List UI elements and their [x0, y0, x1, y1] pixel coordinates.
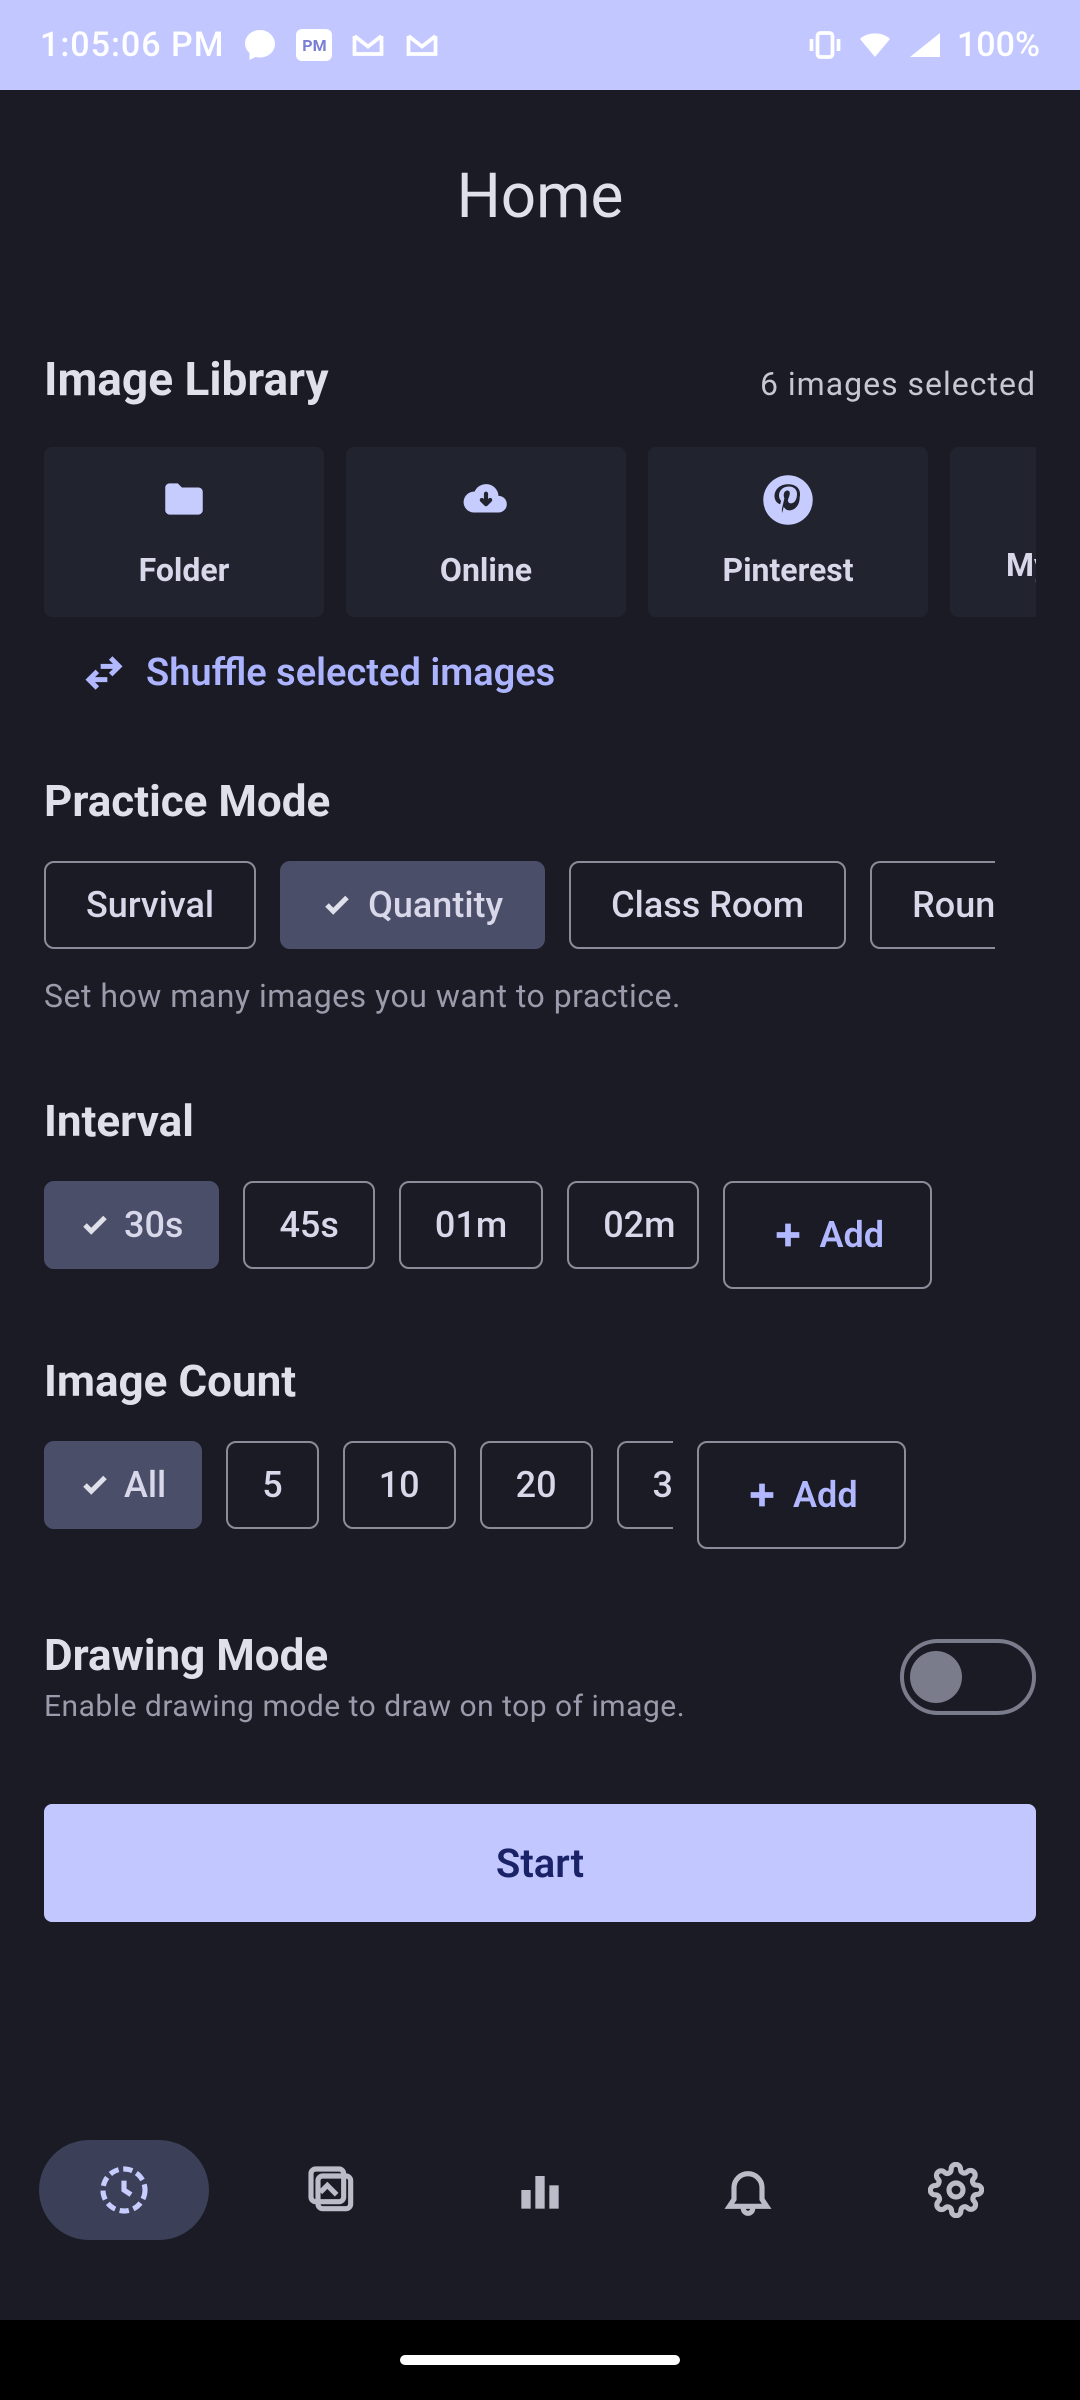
mode-rounds[interactable]: Roun: [870, 861, 995, 949]
image-count-options: All 5 10 20 3 Add: [44, 1441, 1036, 1549]
library-card-label: Online: [440, 551, 532, 589]
count-10[interactable]: 10: [343, 1441, 456, 1529]
count-add[interactable]: Add: [697, 1441, 906, 1549]
drawing-mode-row: Drawing Mode Enable drawing mode to draw…: [44, 1629, 1036, 1724]
system-nav-bar: [0, 2320, 1080, 2400]
interval-options: 30s 45s 01m 02m Add: [44, 1181, 1036, 1289]
start-button[interactable]: Start: [44, 1804, 1036, 1922]
pinterest-icon: [758, 475, 818, 525]
nav-pill[interactable]: [400, 2355, 680, 2365]
status-left: 1:05:06 PM PM: [40, 25, 440, 65]
drawing-mode-title: Drawing Mode: [44, 1629, 685, 1681]
library-title: Image Library: [44, 353, 329, 407]
signal-icon: [907, 27, 943, 63]
count-all[interactable]: All: [44, 1441, 202, 1529]
library-header: Image Library 6 images selected: [44, 353, 1036, 407]
nav-stats[interactable]: [455, 2140, 625, 2240]
mode-classroom[interactable]: Class Room: [569, 861, 846, 949]
library-card-label: My: [1006, 546, 1036, 584]
library-card-online[interactable]: Online: [346, 447, 626, 617]
practice-mode-description: Set how many images you want to practice…: [44, 977, 1036, 1015]
shuffle-button[interactable]: Shuffle selected images: [44, 651, 1036, 695]
library-card-label: Pinterest: [722, 551, 853, 589]
nav-notifications[interactable]: [663, 2140, 833, 2240]
shuffle-icon: [84, 653, 124, 693]
count-20[interactable]: 20: [480, 1441, 593, 1529]
main-content: Home Image Library 6 images selected Fol…: [0, 90, 1080, 2100]
toggle-knob: [910, 1651, 962, 1703]
practice-mode-options: Survival Quantity Class Room Roun: [44, 861, 1036, 949]
gmail-icon-2: [404, 27, 440, 63]
vibrate-icon: [807, 27, 843, 63]
drawing-mode-toggle[interactable]: [900, 1639, 1036, 1715]
image-count-title: Image Count: [44, 1355, 1036, 1407]
status-right: 100%: [807, 25, 1040, 65]
interval-title: Interval: [44, 1095, 1036, 1147]
nav-timer[interactable]: [39, 2140, 209, 2240]
chat-icon: [242, 27, 278, 63]
mode-quantity[interactable]: Quantity: [280, 861, 545, 949]
mode-survival[interactable]: Survival: [44, 861, 256, 949]
nav-gallery[interactable]: [247, 2140, 417, 2240]
library-card-label: Folder: [139, 551, 230, 589]
nav-settings[interactable]: [871, 2140, 1041, 2240]
library-card-my[interactable]: My: [950, 447, 1036, 617]
cloud-download-icon: [456, 475, 516, 525]
selected-count: 6 images selected: [760, 365, 1036, 403]
wifi-icon: [857, 27, 893, 63]
practice-mode-title: Practice Mode: [44, 775, 1036, 827]
interval-30s[interactable]: 30s: [44, 1181, 219, 1269]
interval-02m[interactable]: 02m: [567, 1181, 699, 1269]
bottom-nav: [0, 2100, 1080, 2320]
battery-text: 100%: [957, 25, 1040, 65]
library-card-pinterest[interactable]: Pinterest: [648, 447, 928, 617]
count-3[interactable]: 3: [617, 1441, 673, 1529]
folder-icon: [154, 475, 214, 525]
shuffle-label: Shuffle selected images: [146, 651, 555, 695]
library-card-folder[interactable]: Folder: [44, 447, 324, 617]
interval-01m[interactable]: 01m: [399, 1181, 543, 1269]
page-title: Home: [44, 160, 1036, 233]
app-icon: PM: [296, 29, 332, 61]
interval-add[interactable]: Add: [723, 1181, 932, 1289]
status-time: 1:05:06 PM: [40, 25, 224, 65]
drawing-mode-description: Enable drawing mode to draw on top of im…: [44, 1689, 685, 1724]
status-bar: 1:05:06 PM PM 100%: [0, 0, 1080, 90]
library-cards[interactable]: Folder Online Pinterest My: [44, 447, 1036, 617]
interval-45s[interactable]: 45s: [243, 1181, 374, 1269]
count-5[interactable]: 5: [226, 1441, 318, 1529]
gmail-icon: [350, 27, 386, 63]
